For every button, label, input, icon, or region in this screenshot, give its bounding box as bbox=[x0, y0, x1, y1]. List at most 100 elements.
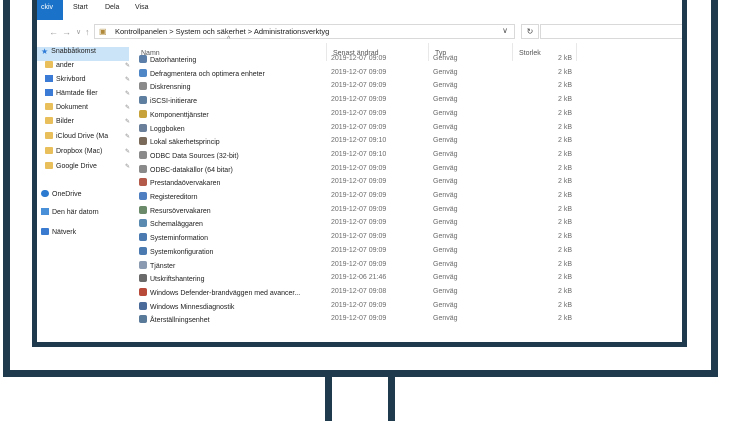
sidebar-item[interactable]: Den här datorn bbox=[41, 208, 129, 222]
shortcut-icon bbox=[139, 178, 147, 187]
sidebar-item[interactable]: Hämtade filer ✎ bbox=[45, 89, 133, 103]
file-type: Genväg bbox=[433, 68, 458, 76]
file-row[interactable]: ODBC-datakällor (64 bitar) 2019-12-07 09:… bbox=[135, 163, 675, 176]
network-icon bbox=[41, 228, 49, 235]
forward-arrow-icon[interactable]: → bbox=[62, 27, 71, 37]
sidebar-item[interactable]: iCloud Drive (Ma ✎ bbox=[45, 132, 133, 146]
file-row[interactable]: Windows Defender-brandväggen med avancer… bbox=[135, 286, 675, 299]
pin-icon: ✎ bbox=[124, 105, 130, 111]
file-type: Genväg bbox=[433, 164, 458, 172]
file-row[interactable]: Systemkonfiguration 2019-12-07 09:09 Genvä… bbox=[135, 245, 675, 258]
star-icon: ★ bbox=[41, 47, 49, 56]
file-name-cell: Utskriftshantering bbox=[139, 274, 204, 283]
file-name: Lokal säkerhetsprincip bbox=[150, 139, 220, 147]
file-row[interactable]: Defragmentera och optimera enheter 2019-1… bbox=[135, 67, 675, 80]
file-date: 2019-12-07 09:09 bbox=[331, 219, 387, 227]
sidebar-item[interactable]: ander ✎ bbox=[45, 61, 133, 75]
file-name: Komponenttjänster bbox=[150, 111, 209, 119]
file-type: Genväg bbox=[433, 96, 458, 104]
file-row[interactable]: Schemaläggaren 2019-12-07 09:09 Genväg 2 kB bbox=[135, 217, 675, 230]
sidebar-item[interactable]: ★ Snabbåtkomst bbox=[37, 47, 129, 61]
breadcrumb[interactable]: Kontrollpanelen > System och säkerhet > … bbox=[115, 27, 329, 36]
sidebar-item-label: Google Drive bbox=[56, 163, 97, 170]
file-row[interactable]: Windows Minnesdiagnostik 2019-12-07 09:09… bbox=[135, 300, 675, 313]
file-name-cell: Komponenttjänster bbox=[139, 109, 209, 119]
sidebar-item[interactable]: Dropbox (Mac) ✎ bbox=[45, 147, 133, 161]
folder-icon bbox=[45, 132, 53, 139]
file-name: Prestandaövervakaren bbox=[150, 180, 221, 188]
file-type: Genväg bbox=[433, 205, 458, 213]
file-row[interactable]: Prestandaövervakaren 2019-12-07 09:09 Genv… bbox=[135, 176, 675, 189]
file-name-cell: Schemaläggaren bbox=[139, 219, 203, 228]
sidebar-item-label: Skrivbord bbox=[56, 76, 86, 83]
file-row[interactable]: Lokal säkerhetsprincip 2019-12-07 09:10 Ge… bbox=[135, 135, 675, 148]
file-name: Datorhantering bbox=[150, 57, 197, 64]
file-type: Genväg bbox=[433, 246, 458, 254]
file-name: Tjänster bbox=[150, 262, 176, 270]
refresh-icon[interactable]: ↻ bbox=[521, 24, 539, 39]
file-date: 2019-12-07 09:09 bbox=[331, 315, 387, 323]
file-date: 2019-12-07 09:09 bbox=[331, 192, 387, 199]
tab-view[interactable]: Visa bbox=[135, 4, 149, 11]
file-row[interactable]: Komponenttjänster 2019-12-07 09:09 Genväg 2… bbox=[135, 108, 675, 121]
desktop-icon bbox=[45, 75, 53, 82]
file-name-cell: Datorhantering bbox=[139, 55, 196, 64]
file-name: Windows Minnesdiagnostik bbox=[150, 303, 235, 311]
file-type: Genväg bbox=[433, 260, 458, 268]
search-input[interactable] bbox=[540, 24, 682, 39]
shortcut-icon bbox=[139, 274, 147, 283]
shortcut-icon bbox=[139, 233, 147, 242]
file-row[interactable]: Loggboken 2019-12-07 09:09 Genväg 2 kB bbox=[135, 122, 675, 135]
file-row[interactable]: Datorhantering 2019-12-07 09:09 Genväg 2 kB bbox=[135, 53, 675, 66]
file-row[interactable]: Resursövervakaren 2019-12-07 09:09 Genväg 2… bbox=[135, 204, 675, 217]
sidebar-item[interactable]: OneDrive bbox=[41, 190, 129, 204]
file-row[interactable]: Registereditorn 2019-12-07 09:09 Genväg 2 k… bbox=[135, 190, 675, 203]
file-row[interactable]: iSCSI-initierare 2019-12-07 09:09 Genväg 2 … bbox=[135, 94, 675, 107]
shortcut-icon bbox=[139, 137, 147, 146]
tab-file[interactable]: ckiv bbox=[37, 0, 63, 20]
file-name: Diskrensning bbox=[150, 84, 191, 92]
file-size: 2 kB bbox=[557, 233, 572, 241]
file-size: 2 kB bbox=[557, 55, 572, 62]
shortcut-icon bbox=[139, 205, 147, 214]
up-arrow-icon[interactable]: ↑ bbox=[85, 27, 90, 37]
file-name: ODBC Data Sources (32-bit) bbox=[150, 152, 239, 160]
sidebar-item-label: Bilder bbox=[56, 118, 74, 125]
file-row[interactable]: Utskriftshantering 2019-12-06 21:46 Genväg… bbox=[135, 272, 675, 285]
back-arrow-icon[interactable]: ← bbox=[49, 27, 58, 37]
tab-share[interactable]: Dela bbox=[105, 4, 119, 11]
file-row[interactable]: ODBC Data Sources (32-bit) 2019-12-07 09:… bbox=[135, 149, 675, 162]
pin-icon: ✎ bbox=[124, 164, 130, 170]
address-dropdown-icon[interactable]: ∨ bbox=[502, 26, 508, 35]
file-name: iSCSI-initierare bbox=[150, 98, 198, 106]
file-name-cell: Windows Minnesdiagnostik bbox=[139, 301, 235, 311]
shortcut-icon bbox=[139, 109, 147, 118]
sidebar-item[interactable]: Skrivbord ✎ bbox=[45, 75, 133, 89]
file-date: 2019-12-07 09:09 bbox=[331, 178, 387, 186]
file-size: 2 kB bbox=[557, 301, 572, 309]
file-row[interactable]: Systeminformation 2019-12-07 09:09 Genväg 2… bbox=[135, 231, 675, 244]
file-row[interactable]: Återställningsenhet 2019-12-07 09:09 Genvä… bbox=[135, 313, 675, 326]
file-name-cell: Diskrensning bbox=[139, 82, 190, 91]
file-name: Systemkonfiguration bbox=[150, 248, 214, 256]
address-bar[interactable]: ▣ Kontrollpanelen > System och säkerhet … bbox=[94, 24, 515, 39]
recent-chevron-icon[interactable]: ∨ bbox=[76, 28, 81, 36]
file-row[interactable]: Diskrensning 2019-12-07 09:09 Genväg 2 kB bbox=[135, 80, 675, 93]
file-size: 2 kB bbox=[557, 164, 572, 172]
file-name: Windows Defender-brandväggen med avancer… bbox=[150, 289, 301, 297]
file-size: 2 kB bbox=[557, 82, 572, 90]
sidebar-item[interactable]: Nätverk bbox=[41, 228, 129, 242]
tab-start[interactable]: Start bbox=[73, 4, 88, 11]
sidebar-item[interactable]: Bilder ✎ bbox=[45, 117, 133, 131]
file-row[interactable]: Tjänster 2019-12-07 09:09 Genväg 2 kB bbox=[135, 259, 675, 272]
sidebar-item[interactable]: Google Drive ✎ bbox=[45, 162, 133, 176]
address-row: ← → ∨ ↑ ▣ Kontrollpanelen > System och s… bbox=[37, 20, 682, 44]
file-size: 2 kB bbox=[557, 260, 572, 268]
shortcut-icon bbox=[139, 219, 147, 228]
file-type: Genväg bbox=[433, 55, 458, 62]
file-size: 2 kB bbox=[557, 68, 572, 76]
file-name: Defragmentera och optimera enheter bbox=[150, 70, 265, 78]
sidebar-item[interactable]: Dokument ✎ bbox=[45, 103, 133, 117]
file-name-cell: Defragmentera och optimera enheter bbox=[139, 68, 265, 78]
file-name: Utskriftshantering bbox=[150, 276, 205, 284]
